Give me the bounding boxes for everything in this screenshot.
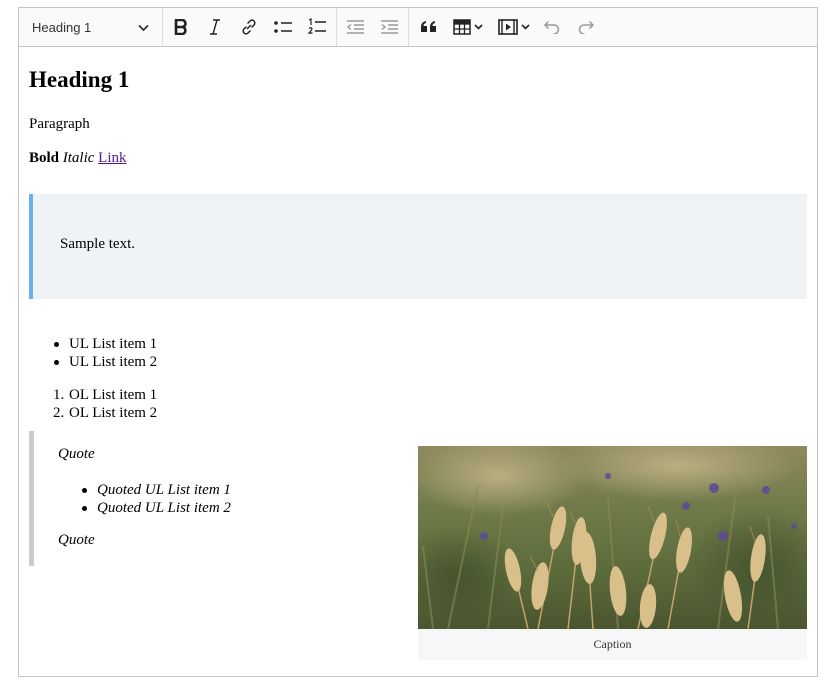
- redo-icon: [578, 21, 595, 34]
- numbered-list-button[interactable]: [305, 13, 329, 41]
- list-item: UL List item 1: [54, 335, 157, 353]
- undo-button[interactable]: [540, 13, 564, 41]
- list-item: Quoted UL List item 1: [82, 481, 231, 499]
- italic-icon: [210, 19, 220, 35]
- bulleted-list-button[interactable]: [271, 13, 295, 41]
- quoted-list: Quoted UL List item 1 Quoted UL List ite…: [82, 481, 231, 517]
- bulleted-list-icon: [274, 21, 292, 33]
- insert-media-button[interactable]: [496, 13, 532, 41]
- italic-text: Italic: [62, 150, 95, 166]
- content-heading: Heading 1: [29, 67, 130, 92]
- numbered-list-icon: [307, 18, 326, 34]
- chevron-down-icon: [138, 20, 149, 35]
- list-item: Quoted UL List item 2: [82, 499, 231, 517]
- chevron-down-icon: [521, 24, 530, 30]
- callout-text: Sample text.: [60, 236, 135, 252]
- toolbar-separator: [162, 8, 163, 46]
- table-icon: [453, 19, 471, 35]
- wheat-field-image[interactable]: [418, 446, 807, 629]
- toolbar-separator: [408, 8, 409, 46]
- heading-dropdown[interactable]: Heading 1: [20, 9, 161, 45]
- editor-content[interactable]: Heading 1 Paragraph Bold Italic Link Sam…: [19, 47, 817, 676]
- unordered-list: UL List item 1 UL List item 2: [54, 335, 157, 371]
- toolbar-separator: [336, 8, 337, 46]
- bold-text: Bold: [29, 150, 60, 166]
- link-icon: [242, 19, 256, 35]
- quote-text: Quote: [58, 446, 95, 462]
- indent-icon: [381, 20, 398, 34]
- editor-toolbar: Heading 1: [19, 8, 817, 47]
- undo-icon: [543, 21, 560, 34]
- insert-table-button[interactable]: [451, 13, 485, 41]
- outdent-icon: [346, 20, 364, 34]
- rich-text-editor: Heading 1 Heading 1 Paragraph Bold Itali…: [18, 7, 818, 677]
- bold-button[interactable]: [169, 13, 193, 41]
- list-item: 1. OL List item 1: [53, 387, 158, 403]
- italic-button[interactable]: [203, 13, 227, 41]
- link-button[interactable]: [237, 13, 261, 41]
- block-quote: Quote Quoted UL List item 1 Quoted UL Li…: [29, 431, 399, 566]
- outdent-button[interactable]: [343, 13, 367, 41]
- callout-box: Sample text.: [29, 194, 807, 299]
- formatted-text-line: Bold Italic Link: [29, 150, 127, 167]
- image-caption[interactable]: Caption: [418, 629, 807, 660]
- block-quote-button[interactable]: [417, 13, 441, 41]
- ordered-list: 1. OL List item 1 2. OL List item 2: [53, 386, 158, 422]
- chevron-down-icon: [474, 24, 483, 30]
- media-icon: [498, 19, 518, 35]
- list-item: UL List item 2: [54, 353, 157, 371]
- indent-button[interactable]: [377, 13, 401, 41]
- quote-text: Quote: [58, 532, 95, 548]
- heading-dropdown-value: Heading 1: [32, 19, 92, 35]
- content-paragraph: Paragraph: [29, 116, 90, 132]
- redo-button[interactable]: [574, 13, 598, 41]
- image-figure[interactable]: Caption: [418, 446, 807, 660]
- bold-icon: [174, 19, 187, 35]
- quote-icon: [421, 21, 436, 32]
- list-item: 2. OL List item 2: [53, 405, 158, 421]
- content-link[interactable]: Link: [98, 150, 126, 166]
